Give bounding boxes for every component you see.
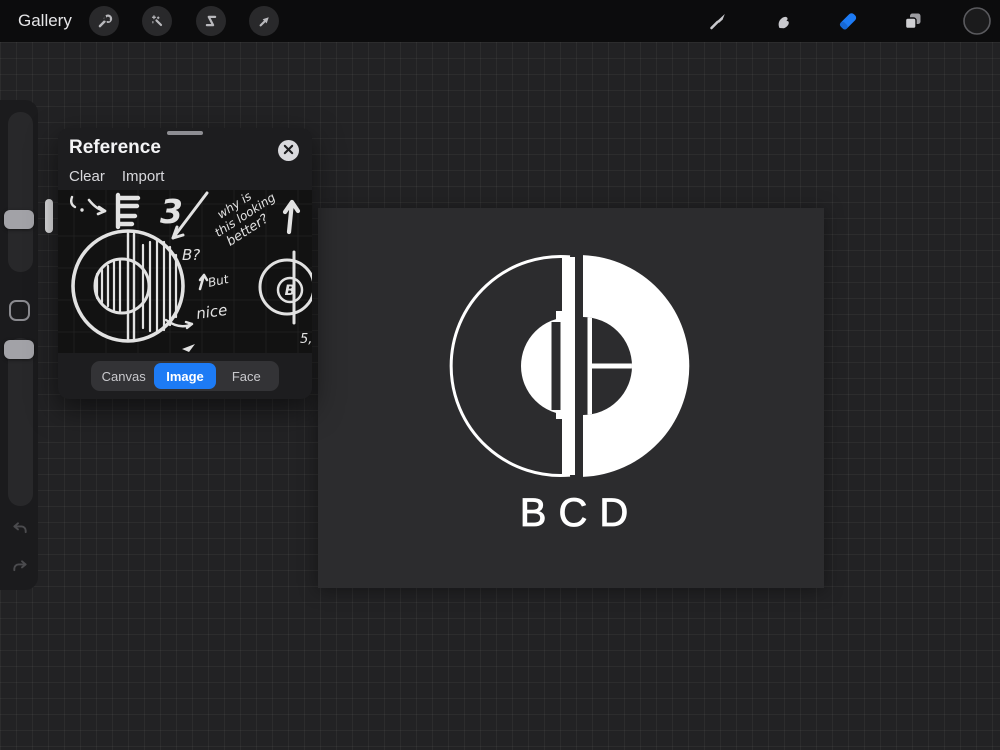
brush-size-slider[interactable] [8,112,33,272]
selection-button[interactable] [196,6,226,36]
transform-button[interactable] [249,6,279,36]
reference-tabs: Canvas Image Face [58,353,312,399]
segmented-control: Canvas Image Face [91,361,279,391]
erase-button[interactable] [833,6,863,36]
paint-button[interactable] [703,6,733,36]
redo-icon [9,556,31,583]
wrench-icon [96,13,113,30]
reference-sketch: 3 B? But nice why is this looking better… [58,190,312,353]
sketch-numeral: 3 [160,192,183,231]
brush-size-handle[interactable] [4,210,34,229]
panel-drag-handle[interactable] [167,131,203,135]
layers-icon [901,9,925,33]
adjustments-button[interactable] [142,6,172,36]
smudge-button[interactable] [768,6,798,36]
reference-panel: Reference Clear Import [58,128,312,399]
sketch-b-question: B? [182,246,200,264]
tab-canvas[interactable]: Canvas [93,363,154,389]
sketch-corner-mark: 5, [300,332,312,347]
logo-wordmark: BCD [520,491,640,535]
color-button[interactable] [962,6,992,36]
drawing-canvas[interactable]: BCD [318,208,824,588]
reference-image[interactable]: 3 B? But nice why is this looking better… [58,190,312,353]
procreate-app: Gallery [0,0,1000,750]
import-button[interactable]: Import [122,168,165,185]
smudge-finger-icon [771,9,795,33]
sketch-circle-letter: B [285,283,296,299]
arrow-cursor-icon [256,13,273,30]
white-marker-bar [45,199,53,233]
layers-button[interactable] [898,6,928,36]
eraser-icon [835,8,861,34]
s-curve-icon [202,12,220,30]
color-circle-icon [962,6,992,36]
modify-button[interactable] [9,300,30,321]
brush-opacity-handle[interactable] [4,340,34,359]
close-button[interactable] [278,140,299,161]
actions-button[interactable] [89,6,119,36]
brush-icon [706,9,730,33]
tab-image[interactable]: Image [154,363,215,389]
tab-face[interactable]: Face [216,363,277,389]
bcd-logo: BCD [318,208,824,588]
brush-opacity-slider[interactable] [8,338,33,506]
top-toolbar: Gallery [0,0,1000,42]
undo-button[interactable] [8,520,31,543]
gallery-button[interactable]: Gallery [18,0,72,42]
magic-wand-icon [149,13,166,30]
brush-sidebar [0,100,38,590]
panel-title: Reference [69,137,161,159]
undo-icon [9,518,31,545]
redo-button[interactable] [8,558,31,581]
clear-button[interactable]: Clear [69,168,105,185]
close-icon [283,142,294,160]
